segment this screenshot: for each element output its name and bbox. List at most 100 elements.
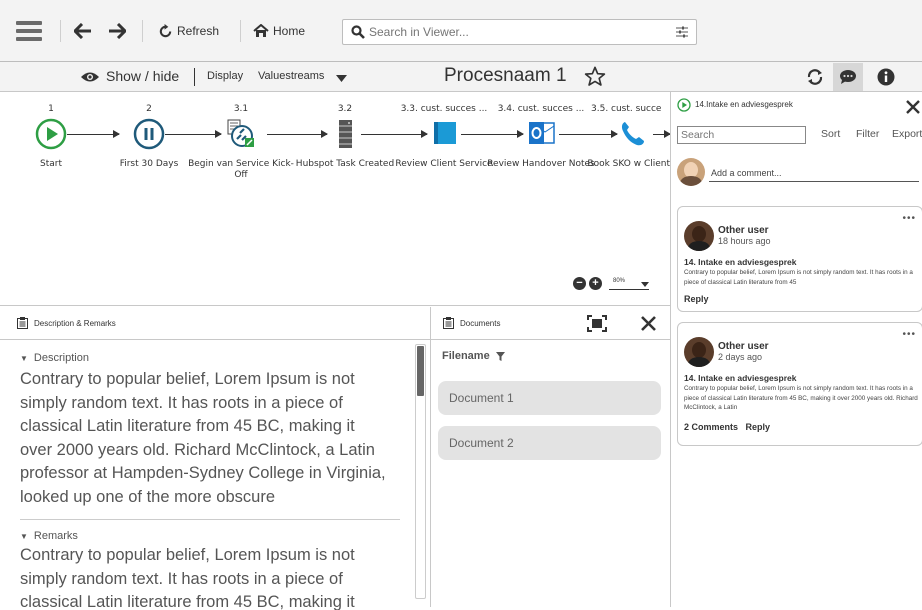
- export-button[interactable]: Export: [892, 128, 922, 140]
- forward-button[interactable]: [108, 18, 126, 44]
- comments-panel: 14.Intake en adviesgesprek Sort Filter E…: [670, 92, 922, 607]
- document-item[interactable]: Document 2: [438, 426, 661, 460]
- current-user-avatar: [677, 158, 705, 186]
- zoom-in-button[interactable]: +: [589, 277, 602, 290]
- outlook-icon: [529, 122, 555, 144]
- close-icon[interactable]: [641, 316, 656, 331]
- more-options-icon[interactable]: •••: [902, 213, 916, 224]
- step-number: 3.1: [233, 104, 249, 114]
- eye-icon[interactable]: [80, 71, 100, 83]
- step-number: 3.2: [337, 104, 353, 114]
- zoom-value: 80%: [613, 277, 626, 284]
- arrow-left-icon: [74, 23, 91, 39]
- description-section-toggle[interactable]: ▼ Description: [0, 352, 430, 364]
- more-options-icon[interactable]: •••: [902, 329, 916, 340]
- comment-card: ••• Other user 2 days ago 14. Intake en …: [677, 322, 922, 446]
- step-label: Begin van Service Kick-Off: [188, 159, 294, 180]
- description-remarks-panel: Description & Remarks ▼ Description Cont…: [0, 307, 431, 610]
- clipboard-icon: [17, 317, 28, 329]
- flow-connector: [165, 130, 222, 138]
- comment-author: Other user: [718, 341, 769, 352]
- flow-connector: [461, 130, 524, 138]
- arrow-right-icon: [109, 23, 126, 39]
- refresh-button[interactable]: Refresh: [158, 18, 219, 44]
- vertical-scrollbar[interactable]: [415, 344, 426, 599]
- panel-header: Description & Remarks: [0, 307, 430, 340]
- page-title: Procesnaam 1: [444, 65, 567, 86]
- play-circle-icon: [35, 118, 67, 150]
- comments-toggle-button[interactable]: [833, 63, 863, 91]
- documents-panel: Documents Filename Document 1 Document 2: [431, 307, 670, 607]
- comment-bubble-icon: [840, 70, 856, 84]
- remarks-text: Contrary to popular belief, Lorem Ipsum …: [20, 546, 355, 610]
- comment-body: Contrary to popular belief, Lorem Ipsum …: [684, 269, 913, 286]
- comment-actions-reply[interactable]: Reply: [684, 294, 709, 304]
- step-number: 1: [48, 104, 54, 114]
- info-icon[interactable]: [877, 68, 895, 86]
- panel-title: Description & Remarks: [34, 318, 116, 328]
- comment-card: ••• Other user 18 hours ago 14. Intake e…: [677, 206, 922, 312]
- fullscreen-icon[interactable]: [587, 315, 607, 332]
- filename-column-header[interactable]: Filename: [442, 350, 505, 362]
- clipboard-icon: [443, 317, 454, 329]
- star-outline-icon[interactable]: [584, 66, 606, 87]
- caret-down-icon: ▼: [20, 531, 28, 541]
- top-toolbar: Refresh Home: [0, 0, 922, 62]
- comment-author: Other user: [718, 225, 769, 236]
- chevron-down-icon[interactable]: [336, 75, 347, 82]
- comment-actions-comments-reply[interactable]: 2 Comments Reply: [684, 422, 770, 432]
- show-hide-toggle[interactable]: Show / hide: [106, 68, 179, 84]
- pause-circle-icon: [133, 118, 165, 150]
- back-button[interactable]: [74, 18, 92, 44]
- description-heading: Description: [33, 352, 89, 364]
- remarks-heading: Remarks: [33, 530, 78, 542]
- zoom-out-button[interactable]: −: [573, 277, 586, 290]
- view-divider: [194, 68, 195, 86]
- refresh-icon: [159, 23, 172, 37]
- process-step-start[interactable]: 1 Start: [0, 104, 106, 170]
- viewer-search-box[interactable]: [342, 19, 697, 45]
- process-step-hubspot-task[interactable]: 3.2 Hubspot Task Created: [290, 104, 400, 170]
- sync-icon[interactable]: [806, 68, 824, 86]
- server-stack-icon: [339, 120, 352, 148]
- hamburger-menu-icon[interactable]: [16, 21, 42, 41]
- flow-connector: [559, 130, 618, 138]
- comment-body: Contrary to popular belief, Lorem Ipsum …: [684, 385, 918, 411]
- step-label: Review Client Service: [395, 159, 493, 169]
- valuestreams-dropdown[interactable]: Valuestreams: [258, 70, 324, 82]
- comments-panel-title: 14.Intake en adviesgesprek: [695, 100, 793, 109]
- panel-header: Documents: [431, 307, 670, 340]
- step-number: 3.5. cust. succe: [591, 104, 662, 114]
- document-item[interactable]: Document 1: [438, 381, 661, 415]
- comments-search-input[interactable]: [677, 126, 806, 144]
- toolbar-divider: [240, 20, 241, 42]
- process-step-review-handover-notes[interactable]: 3.4. cust. succes ... Review Handover No…: [486, 104, 596, 170]
- zoom-select[interactable]: 80%: [609, 278, 649, 290]
- home-button[interactable]: Home: [253, 18, 305, 44]
- flow-connector: [653, 130, 671, 138]
- comment-time: 2 days ago: [718, 352, 763, 362]
- flow-connector: [361, 130, 428, 138]
- view-toolbar: Show / hide Display Valuestreams Procesn…: [0, 62, 922, 92]
- filter-button[interactable]: Filter: [856, 128, 879, 140]
- remarks-section-toggle[interactable]: ▼ Remarks: [0, 530, 430, 542]
- process-step-service-kickoff[interactable]: 3.1 Begin van Service Kick-Off: [186, 104, 296, 181]
- filter-sliders-icon[interactable]: [676, 25, 688, 39]
- add-comment-underline: [709, 181, 919, 182]
- step-label: Review Handover Notes: [487, 159, 595, 169]
- process-step-review-client-service[interactable]: 3.3. cust. succes ... Review Client Serv…: [389, 104, 499, 170]
- play-circle-icon: [677, 98, 691, 112]
- display-label: Display: [207, 70, 244, 82]
- home-icon: [253, 24, 269, 37]
- close-icon[interactable]: [906, 100, 920, 114]
- comment-title: 14. Intake en adviesgesprek: [684, 373, 797, 383]
- add-comment-input[interactable]: Add a comment...: [711, 168, 782, 178]
- sort-button[interactable]: Sort: [821, 128, 840, 140]
- scrollbar-thumb[interactable]: [417, 346, 424, 396]
- step-label: Start: [40, 159, 62, 169]
- filter-funnel-icon: [495, 351, 505, 361]
- flow-connector: [267, 130, 328, 138]
- panel-title: Documents: [460, 318, 501, 328]
- viewer-search-input[interactable]: [369, 25, 659, 39]
- section-divider: [20, 519, 400, 520]
